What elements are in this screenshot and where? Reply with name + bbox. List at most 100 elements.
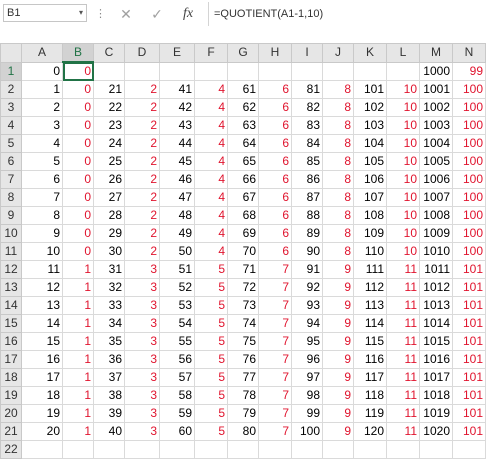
row-header[interactable]: 3: [0, 98, 22, 117]
cell-h5[interactable]: 6: [258, 134, 292, 153]
cell-g1[interactable]: [227, 61, 259, 81]
cell-l15[interactable]: 11: [386, 314, 420, 333]
cell-c8[interactable]: 27: [93, 188, 125, 207]
cell-j10[interactable]: 8: [322, 224, 354, 243]
cell-j17[interactable]: 9: [322, 350, 354, 369]
cell-m20[interactable]: 1019: [419, 404, 453, 423]
cell-c15[interactable]: 34: [93, 314, 125, 333]
column-header-c[interactable]: C: [93, 43, 125, 63]
cell-j7[interactable]: 8: [322, 170, 354, 189]
cell-f16[interactable]: 5: [194, 332, 228, 351]
cell-g15[interactable]: 74: [227, 314, 259, 333]
insert-function-icon[interactable]: fx: [177, 2, 199, 26]
cell-a8[interactable]: 7: [21, 188, 63, 207]
row-header[interactable]: 15: [0, 314, 22, 333]
cell-k14[interactable]: 113: [353, 296, 387, 315]
cell-j20[interactable]: 9: [322, 404, 354, 423]
cell-b6[interactable]: 0: [62, 152, 94, 171]
cell-a1[interactable]: 0: [21, 61, 63, 81]
cell-l18[interactable]: 11: [386, 368, 420, 387]
row-header[interactable]: 5: [0, 134, 22, 153]
cell-g16[interactable]: 75: [227, 332, 259, 351]
cell-d4[interactable]: 2: [124, 116, 160, 135]
column-header-i[interactable]: I: [291, 43, 323, 63]
cell-k2[interactable]: 101: [353, 80, 387, 99]
cell-b5[interactable]: 0: [62, 134, 94, 153]
cell-b8[interactable]: 0: [62, 188, 94, 207]
cell-k4[interactable]: 103: [353, 116, 387, 135]
cell-a4[interactable]: 3: [21, 116, 63, 135]
cell-b7[interactable]: 0: [62, 170, 94, 189]
cell-b13[interactable]: 1: [62, 278, 94, 297]
cell-h10[interactable]: 6: [258, 224, 292, 243]
cell-a5[interactable]: 4: [21, 134, 63, 153]
cell-f4[interactable]: 4: [194, 116, 228, 135]
cell-m5[interactable]: 1004: [419, 134, 453, 153]
cell-a20[interactable]: 19: [21, 404, 63, 423]
cell-n18[interactable]: 101: [452, 368, 486, 387]
cell-k8[interactable]: 107: [353, 188, 387, 207]
cell-n22[interactable]: [452, 440, 486, 459]
cell-d11[interactable]: 2: [124, 242, 160, 261]
cell-k3[interactable]: 102: [353, 98, 387, 117]
cell-e18[interactable]: 57: [159, 368, 195, 387]
cell-g6[interactable]: 65: [227, 152, 259, 171]
row-header[interactable]: 16: [0, 332, 22, 351]
cell-d8[interactable]: 2: [124, 188, 160, 207]
cell-n17[interactable]: 101: [452, 350, 486, 369]
cell-k16[interactable]: 115: [353, 332, 387, 351]
cell-a16[interactable]: 15: [21, 332, 63, 351]
cell-d18[interactable]: 3: [124, 368, 160, 387]
cell-i13[interactable]: 92: [291, 278, 323, 297]
cell-l9[interactable]: 10: [386, 206, 420, 225]
row-header[interactable]: 10: [0, 224, 22, 243]
cell-l22[interactable]: [386, 440, 420, 459]
cell-c3[interactable]: 22: [93, 98, 125, 117]
cell-m2[interactable]: 1001: [419, 80, 453, 99]
cell-l2[interactable]: 10: [386, 80, 420, 99]
cell-a13[interactable]: 12: [21, 278, 63, 297]
cell-f3[interactable]: 4: [194, 98, 228, 117]
cell-f14[interactable]: 5: [194, 296, 228, 315]
cell-f13[interactable]: 5: [194, 278, 228, 297]
column-header-e[interactable]: E: [159, 43, 195, 63]
cell-k18[interactable]: 117: [353, 368, 387, 387]
row-header[interactable]: 17: [0, 350, 22, 369]
cell-l6[interactable]: 10: [386, 152, 420, 171]
cell-c1[interactable]: [93, 61, 125, 81]
cell-m8[interactable]: 1007: [419, 188, 453, 207]
cell-b12[interactable]: 1: [62, 260, 94, 279]
cell-e10[interactable]: 49: [159, 224, 195, 243]
column-header-k[interactable]: K: [353, 43, 387, 63]
cell-h12[interactable]: 7: [258, 260, 292, 279]
column-header-a[interactable]: A: [21, 43, 63, 63]
cell-b19[interactable]: 1: [62, 386, 94, 405]
column-header-n[interactable]: N: [452, 43, 486, 63]
cell-n21[interactable]: 101: [452, 422, 486, 441]
cell-k21[interactable]: 120: [353, 422, 387, 441]
cell-l16[interactable]: 11: [386, 332, 420, 351]
cell-b2[interactable]: 0: [62, 80, 94, 99]
cell-n9[interactable]: 100: [452, 206, 486, 225]
row-header[interactable]: 22: [0, 440, 22, 459]
cell-a3[interactable]: 2: [21, 98, 63, 117]
cell-g18[interactable]: 77: [227, 368, 259, 387]
cell-f21[interactable]: 5: [194, 422, 228, 441]
cell-h21[interactable]: 7: [258, 422, 292, 441]
cell-b17[interactable]: 1: [62, 350, 94, 369]
cell-c21[interactable]: 40: [93, 422, 125, 441]
cell-m14[interactable]: 1013: [419, 296, 453, 315]
cell-d17[interactable]: 3: [124, 350, 160, 369]
cell-g12[interactable]: 71: [227, 260, 259, 279]
cell-e12[interactable]: 51: [159, 260, 195, 279]
row-header[interactable]: 14: [0, 296, 22, 315]
cell-d10[interactable]: 2: [124, 224, 160, 243]
cell-m21[interactable]: 1020: [419, 422, 453, 441]
cell-m12[interactable]: 1011: [419, 260, 453, 279]
cell-e4[interactable]: 43: [159, 116, 195, 135]
cell-g14[interactable]: 73: [227, 296, 259, 315]
cell-i20[interactable]: 99: [291, 404, 323, 423]
cell-k20[interactable]: 119: [353, 404, 387, 423]
row-header[interactable]: 13: [0, 278, 22, 297]
cell-b10[interactable]: 0: [62, 224, 94, 243]
